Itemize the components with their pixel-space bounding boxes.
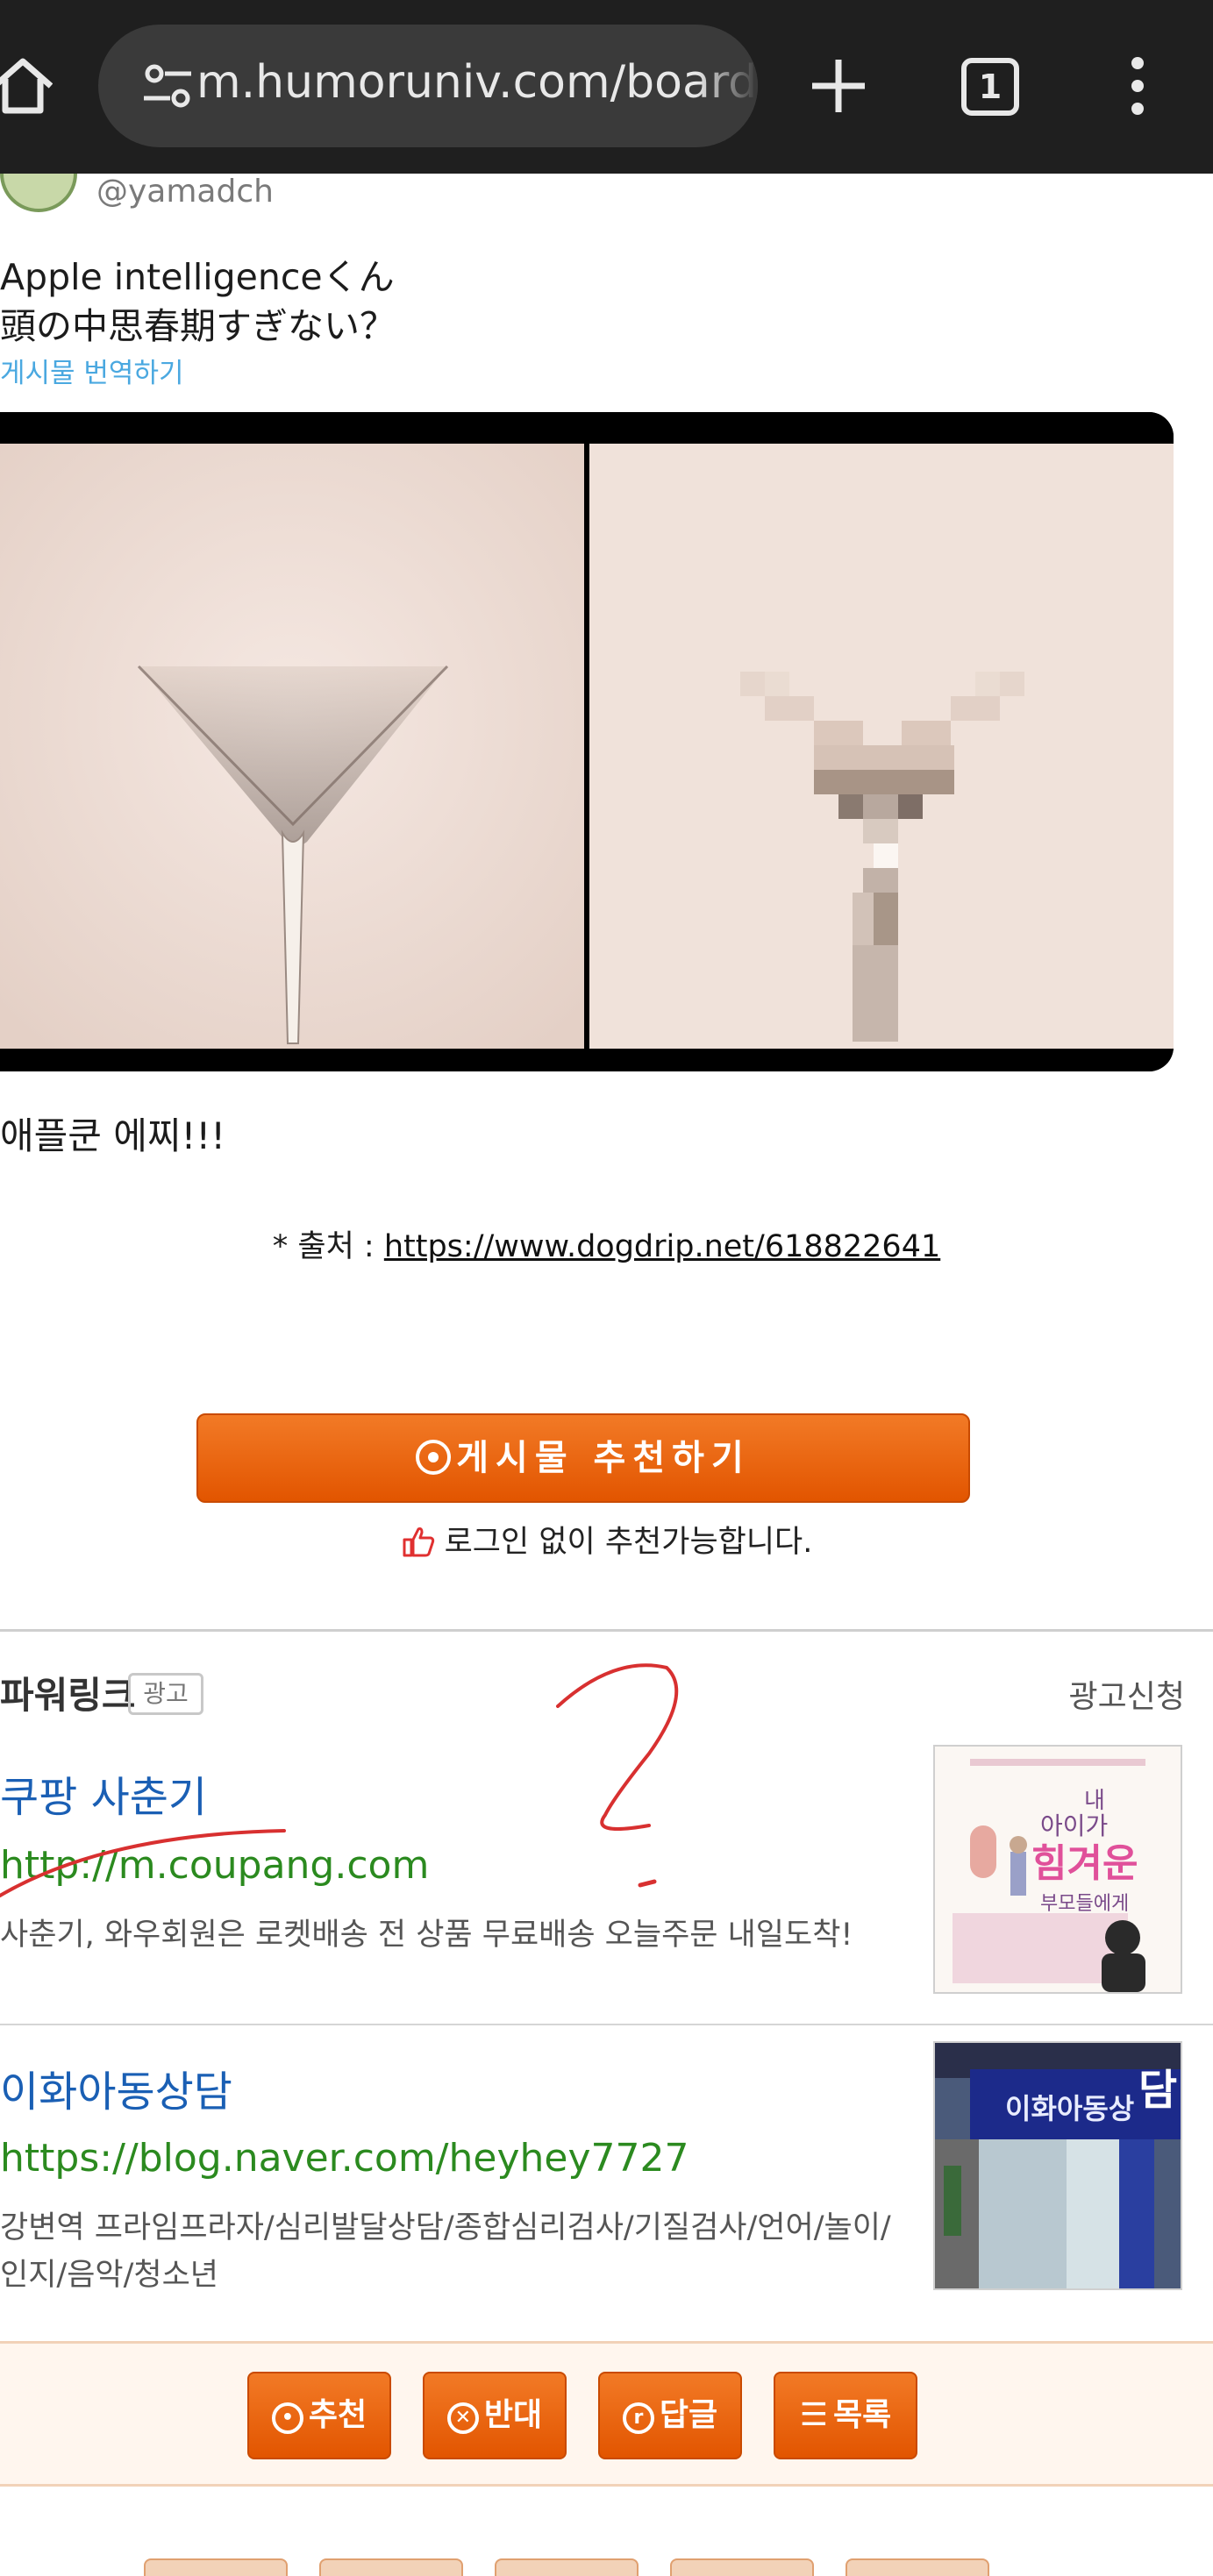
post-action-bar: • 추천 ✕ 반대 r 답글 ☰ 목록	[0, 2341, 1213, 2487]
svg-text:아이가: 아이가	[1040, 1811, 1108, 1840]
reply-button[interactable]: r 답글	[598, 2372, 742, 2459]
recommend-note-text: 로그인 없이 추천가능합니다.	[444, 1525, 813, 1560]
home-icon[interactable]	[0, 53, 53, 119]
ad-tag: 광고	[128, 1673, 203, 1715]
svg-text:힘겨운: 힘겨운	[1031, 1841, 1138, 1886]
ad-item[interactable]: 이화아동상담 https://blog.naver.com/heyhey7727…	[0, 2025, 1213, 2341]
recommend-post-button[interactable]: 게시물 추천하기	[196, 1413, 970, 1503]
ad-item[interactable]: 쿠팡 사춘기 http://m.coupang.com 사춘기, 와우회원은 로…	[0, 1745, 1213, 2022]
list-label: 목록	[833, 2397, 892, 2433]
storefront-image: 이화아동상 담	[935, 2043, 1181, 2288]
site-settings-icon[interactable]	[142, 61, 193, 110]
bottom-button[interactable]	[495, 2558, 639, 2576]
bottom-button[interactable]	[670, 2558, 814, 2576]
pixelated-glass-image	[589, 412, 1174, 1071]
oppose-label: 반대	[483, 2397, 543, 2433]
svg-text:이화아동상: 이화아동상	[1005, 2092, 1134, 2125]
tweet-text-line1: Apple intelligenceくん	[0, 256, 395, 298]
target-icon	[416, 1440, 452, 1475]
post-image	[0, 412, 1174, 1071]
ad-thumbnail-book[interactable]: 내 아이가 힘겨운 부모들에게	[933, 1745, 1182, 1994]
ad-url[interactable]: https://blog.naver.com/heyhey7727	[0, 2136, 689, 2181]
ad-description: 사춘기, 와우회원은 로켓배송 전 상품 무료배송 오늘주문 내일도착!	[0, 1918, 853, 1953]
list-icon: ☰	[799, 2397, 829, 2433]
ad-url[interactable]: http://m.coupang.com	[0, 1843, 429, 1888]
address-bar[interactable]: m.humoruniv.com/board	[98, 25, 758, 147]
bottom-button[interactable]	[846, 2558, 989, 2576]
close-icon: ✕	[446, 2402, 479, 2434]
source-prefix: * 출처 :	[272, 1229, 384, 1264]
reply-label: 답글	[659, 2397, 718, 2433]
ad-title[interactable]: 쿠팡 사춘기	[0, 1762, 207, 1824]
avatar	[0, 174, 77, 212]
bottom-button[interactable]	[319, 2558, 463, 2576]
more-menu-icon[interactable]	[1124, 53, 1151, 119]
recommend-note: 로그인 없이 추천가능합니다.	[0, 1517, 1213, 1562]
reply-icon: r	[622, 2402, 654, 2434]
url-text[interactable]: m.humoruniv.com/board	[196, 56, 757, 109]
recommend-label: 추천	[308, 2397, 367, 2433]
ad-thumbnail-storefront[interactable]: 이화아동상 담	[933, 2041, 1182, 2290]
translate-post-link[interactable]: 게시물 번역하기	[0, 351, 184, 390]
list-button[interactable]: ☰ 목록	[774, 2372, 917, 2459]
recommend-post-label: 게시물 추천하기	[456, 1438, 751, 1478]
source-link[interactable]: https://www.dogdrip.net/618822641	[384, 1229, 940, 1264]
source-line: * 출처 : https://www.dogdrip.net/618822641	[0, 1221, 1213, 1266]
svg-text:내: 내	[1084, 1788, 1105, 1814]
martini-glass-image	[0, 412, 584, 1071]
post-caption: 애플쿤 에찌!!!	[0, 1114, 226, 1157]
ad-apply-link[interactable]: 광고신청	[1069, 1671, 1185, 1717]
browser-toolbar: m.humoruniv.com/board 1	[0, 0, 1213, 174]
bottom-button[interactable]	[144, 2558, 288, 2576]
divider	[0, 1629, 1213, 1632]
tab-switcher-button[interactable]: 1	[961, 58, 1019, 116]
oppose-button[interactable]: ✕ 반대	[423, 2372, 567, 2459]
svg-text:담: 담	[1138, 2066, 1177, 2115]
svg-text:부모들에게: 부모들에게	[1040, 1893, 1129, 1915]
powerlink-title: 파워링크	[0, 1674, 136, 1717]
thumbs-up-icon	[403, 1527, 434, 1557]
recommend-button[interactable]: • 추천	[247, 2372, 391, 2459]
tweet-text-line2: 頭の中思春期すぎない？	[0, 305, 396, 347]
ad-description: 강변역 프라임프라자/심리발달상담/종합심리검사/기질검사/언어/놀이/인지/음…	[0, 2210, 891, 2293]
book-cover-image: 내 아이가 힘겨운 부모들에게	[935, 1747, 1181, 1992]
target-icon: •	[271, 2402, 303, 2434]
ad-title[interactable]: 이화아동상담	[0, 2057, 232, 2118]
new-tab-icon[interactable]	[805, 53, 872, 119]
tweet-handle: @yamadch	[96, 174, 274, 210]
